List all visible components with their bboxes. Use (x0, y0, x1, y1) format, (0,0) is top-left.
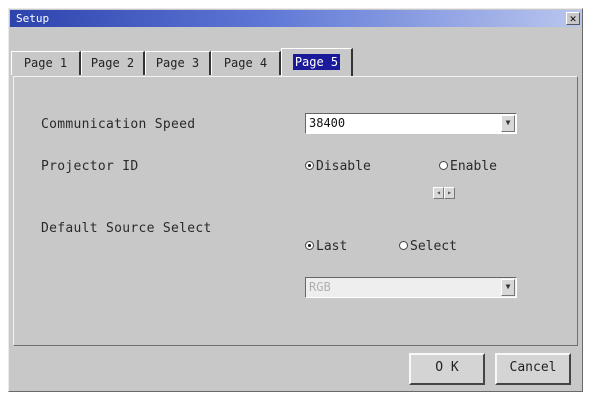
comm-speed-label: Communication Speed (41, 117, 196, 132)
tab-bar: Page 1 Page 2 Page 3 Page 4 Page 5 (11, 48, 581, 76)
setup-dialog: Setup ✕ Page 1 Page 2 Page 3 Page 4 Page… (8, 8, 583, 392)
projector-id-enable-radio[interactable]: Enable (439, 159, 497, 174)
tab-page-5[interactable]: Page 5 (281, 48, 353, 76)
close-button[interactable]: ✕ (566, 12, 580, 25)
radio-unselected-icon (439, 161, 448, 170)
projector-id-disable-radio[interactable]: Disable (305, 159, 371, 174)
radio-unselected-icon (399, 241, 408, 250)
projector-id-stepper[interactable]: ◂ ▸ (433, 187, 455, 199)
window-title: Setup (16, 12, 50, 25)
close-icon: ✕ (569, 12, 577, 25)
tab-page-2[interactable]: Page 2 (81, 51, 145, 75)
default-source-last-label: Last (316, 239, 348, 254)
ok-button-label: O K (435, 360, 459, 375)
default-source-label: Default Source Select (41, 221, 212, 236)
chevron-down-icon[interactable]: ▼ (501, 115, 515, 132)
chevron-left-icon[interactable]: ◂ (433, 187, 444, 199)
default-source-select-radio[interactable]: Select (399, 239, 457, 254)
projector-id-label: Projector ID (41, 159, 139, 174)
cancel-button-label: Cancel (509, 360, 557, 375)
cancel-button[interactable]: Cancel (495, 353, 571, 385)
default-source-select: RGB ▼ (305, 277, 517, 298)
tab-page-3[interactable]: Page 3 (145, 51, 211, 75)
default-source-select-label: Select (410, 239, 457, 254)
ok-button[interactable]: O K (409, 353, 485, 385)
comm-speed-select[interactable]: 38400 ▼ (305, 113, 517, 134)
projector-id-disable-label: Disable (316, 159, 371, 174)
radio-selected-icon (305, 161, 314, 170)
radio-selected-icon (305, 241, 314, 250)
default-source-last-radio[interactable]: Last (305, 239, 347, 254)
projector-id-enable-label: Enable (450, 159, 497, 174)
tab-page-4[interactable]: Page 4 (211, 51, 281, 75)
title-bar[interactable]: Setup ✕ (10, 10, 582, 27)
comm-speed-value: 38400 (309, 116, 346, 130)
tab-page-1[interactable]: Page 1 (11, 51, 81, 75)
chevron-right-icon[interactable]: ▸ (444, 187, 455, 199)
chevron-down-icon: ▼ (501, 279, 515, 296)
default-source-value: RGB (309, 280, 331, 294)
